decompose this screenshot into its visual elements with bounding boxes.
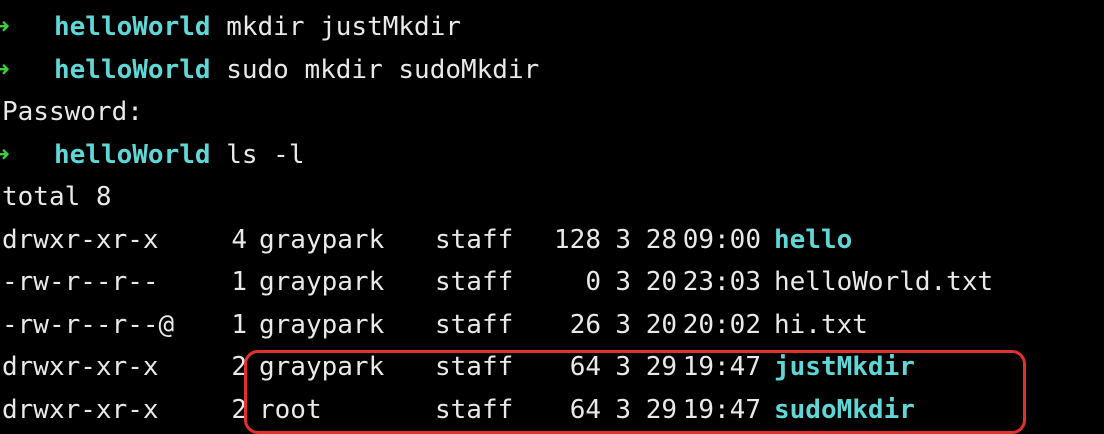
- file-name: hi.txt: [774, 309, 868, 340]
- time: 20:02: [682, 309, 761, 340]
- terminal-window[interactable]: ➜ helloWorld mkdir justMkdir ➜ helloWorld …: [0, 0, 1104, 434]
- permissions: -rw-r--r--@: [2, 309, 175, 340]
- directory-name: justMkdir: [774, 352, 915, 382]
- owner: graypark: [259, 267, 385, 297]
- permissions: drwxr-xr-x: [2, 224, 159, 255]
- prompt-arrow-icon: ➜: [0, 12, 10, 42]
- permissions: drwxr-xr-x: [2, 352, 159, 382]
- month: 3: [615, 267, 631, 297]
- listing-row: drwxr-xr-x 2 graypark staff 64 3 29 19:4…: [2, 346, 1104, 389]
- listing-row: -rw-r--r--@ 1 graypark staff 26 3 20 20:…: [2, 304, 1104, 347]
- month: 3: [615, 394, 631, 425]
- file-name: helloWorld.txt: [774, 267, 994, 297]
- day: 28: [645, 224, 677, 255]
- total-line: total 8: [2, 182, 112, 212]
- link-count: 2: [231, 352, 247, 382]
- owner: graypark: [259, 224, 385, 255]
- owner: graypark: [259, 309, 385, 340]
- directory-name: sudoMkdir: [774, 394, 915, 425]
- link-count: 1: [231, 267, 247, 297]
- command-line: ➜ helloWorld mkdir justMkdir: [0, 6, 1104, 49]
- prompt-arrow-icon: ➜: [0, 139, 10, 170]
- command-line: ➜ helloWorld ls -l: [0, 134, 1104, 177]
- permissions: drwxr-xr-x: [2, 394, 159, 425]
- month: 3: [615, 309, 631, 340]
- listing-row: -rw-r--r-- 1 graypark staff 0 3 20 23:03…: [2, 261, 1104, 304]
- permissions: -rw-r--r--: [2, 267, 159, 297]
- month: 3: [615, 352, 631, 382]
- command-text: mkdir justMkdir: [226, 12, 462, 42]
- file-size: 64: [569, 352, 601, 382]
- time: 19:47: [682, 352, 761, 382]
- output-line: total 8: [2, 176, 1104, 219]
- link-count: 1: [231, 309, 247, 340]
- prompt-arrow-icon: ➜: [0, 54, 10, 85]
- prompt-directory: helloWorld: [54, 139, 211, 170]
- group: staff: [435, 394, 514, 425]
- group: staff: [435, 267, 514, 297]
- listing-row: drwxr-xr-x 4 graypark staff 128 3 28 09:…: [2, 219, 1104, 262]
- time: 09:00: [682, 224, 761, 255]
- file-size: 0: [585, 267, 601, 297]
- month: 3: [615, 224, 631, 255]
- link-count: 4: [231, 224, 247, 255]
- file-size: 128: [554, 224, 601, 255]
- owner: graypark: [259, 352, 385, 382]
- password-prompt: Password:: [2, 97, 143, 127]
- link-count: 2: [231, 394, 247, 425]
- time: 19:47: [682, 394, 761, 425]
- command-text: ls -l: [226, 139, 305, 170]
- directory-name: hello: [774, 224, 853, 255]
- day: 29: [645, 352, 677, 382]
- group: staff: [435, 224, 514, 255]
- day: 20: [645, 267, 677, 297]
- output-line: Password:: [2, 91, 1104, 134]
- prompt-directory: helloWorld: [54, 12, 211, 42]
- group: staff: [435, 352, 514, 382]
- owner: root: [259, 394, 322, 425]
- time: 23:03: [682, 267, 761, 297]
- prompt-directory: helloWorld: [54, 54, 211, 85]
- command-text: sudo mkdir sudoMkdir: [226, 54, 540, 85]
- listing-row: drwxr-xr-x 2 root staff 64 3 29 19:47 su…: [2, 389, 1104, 432]
- group: staff: [435, 309, 514, 340]
- day: 29: [645, 394, 677, 425]
- file-size: 26: [569, 309, 601, 340]
- command-line: ➜ helloWorld sudo mkdir sudoMkdir: [0, 49, 1104, 92]
- file-size: 64: [569, 394, 601, 425]
- day: 20: [645, 309, 677, 340]
